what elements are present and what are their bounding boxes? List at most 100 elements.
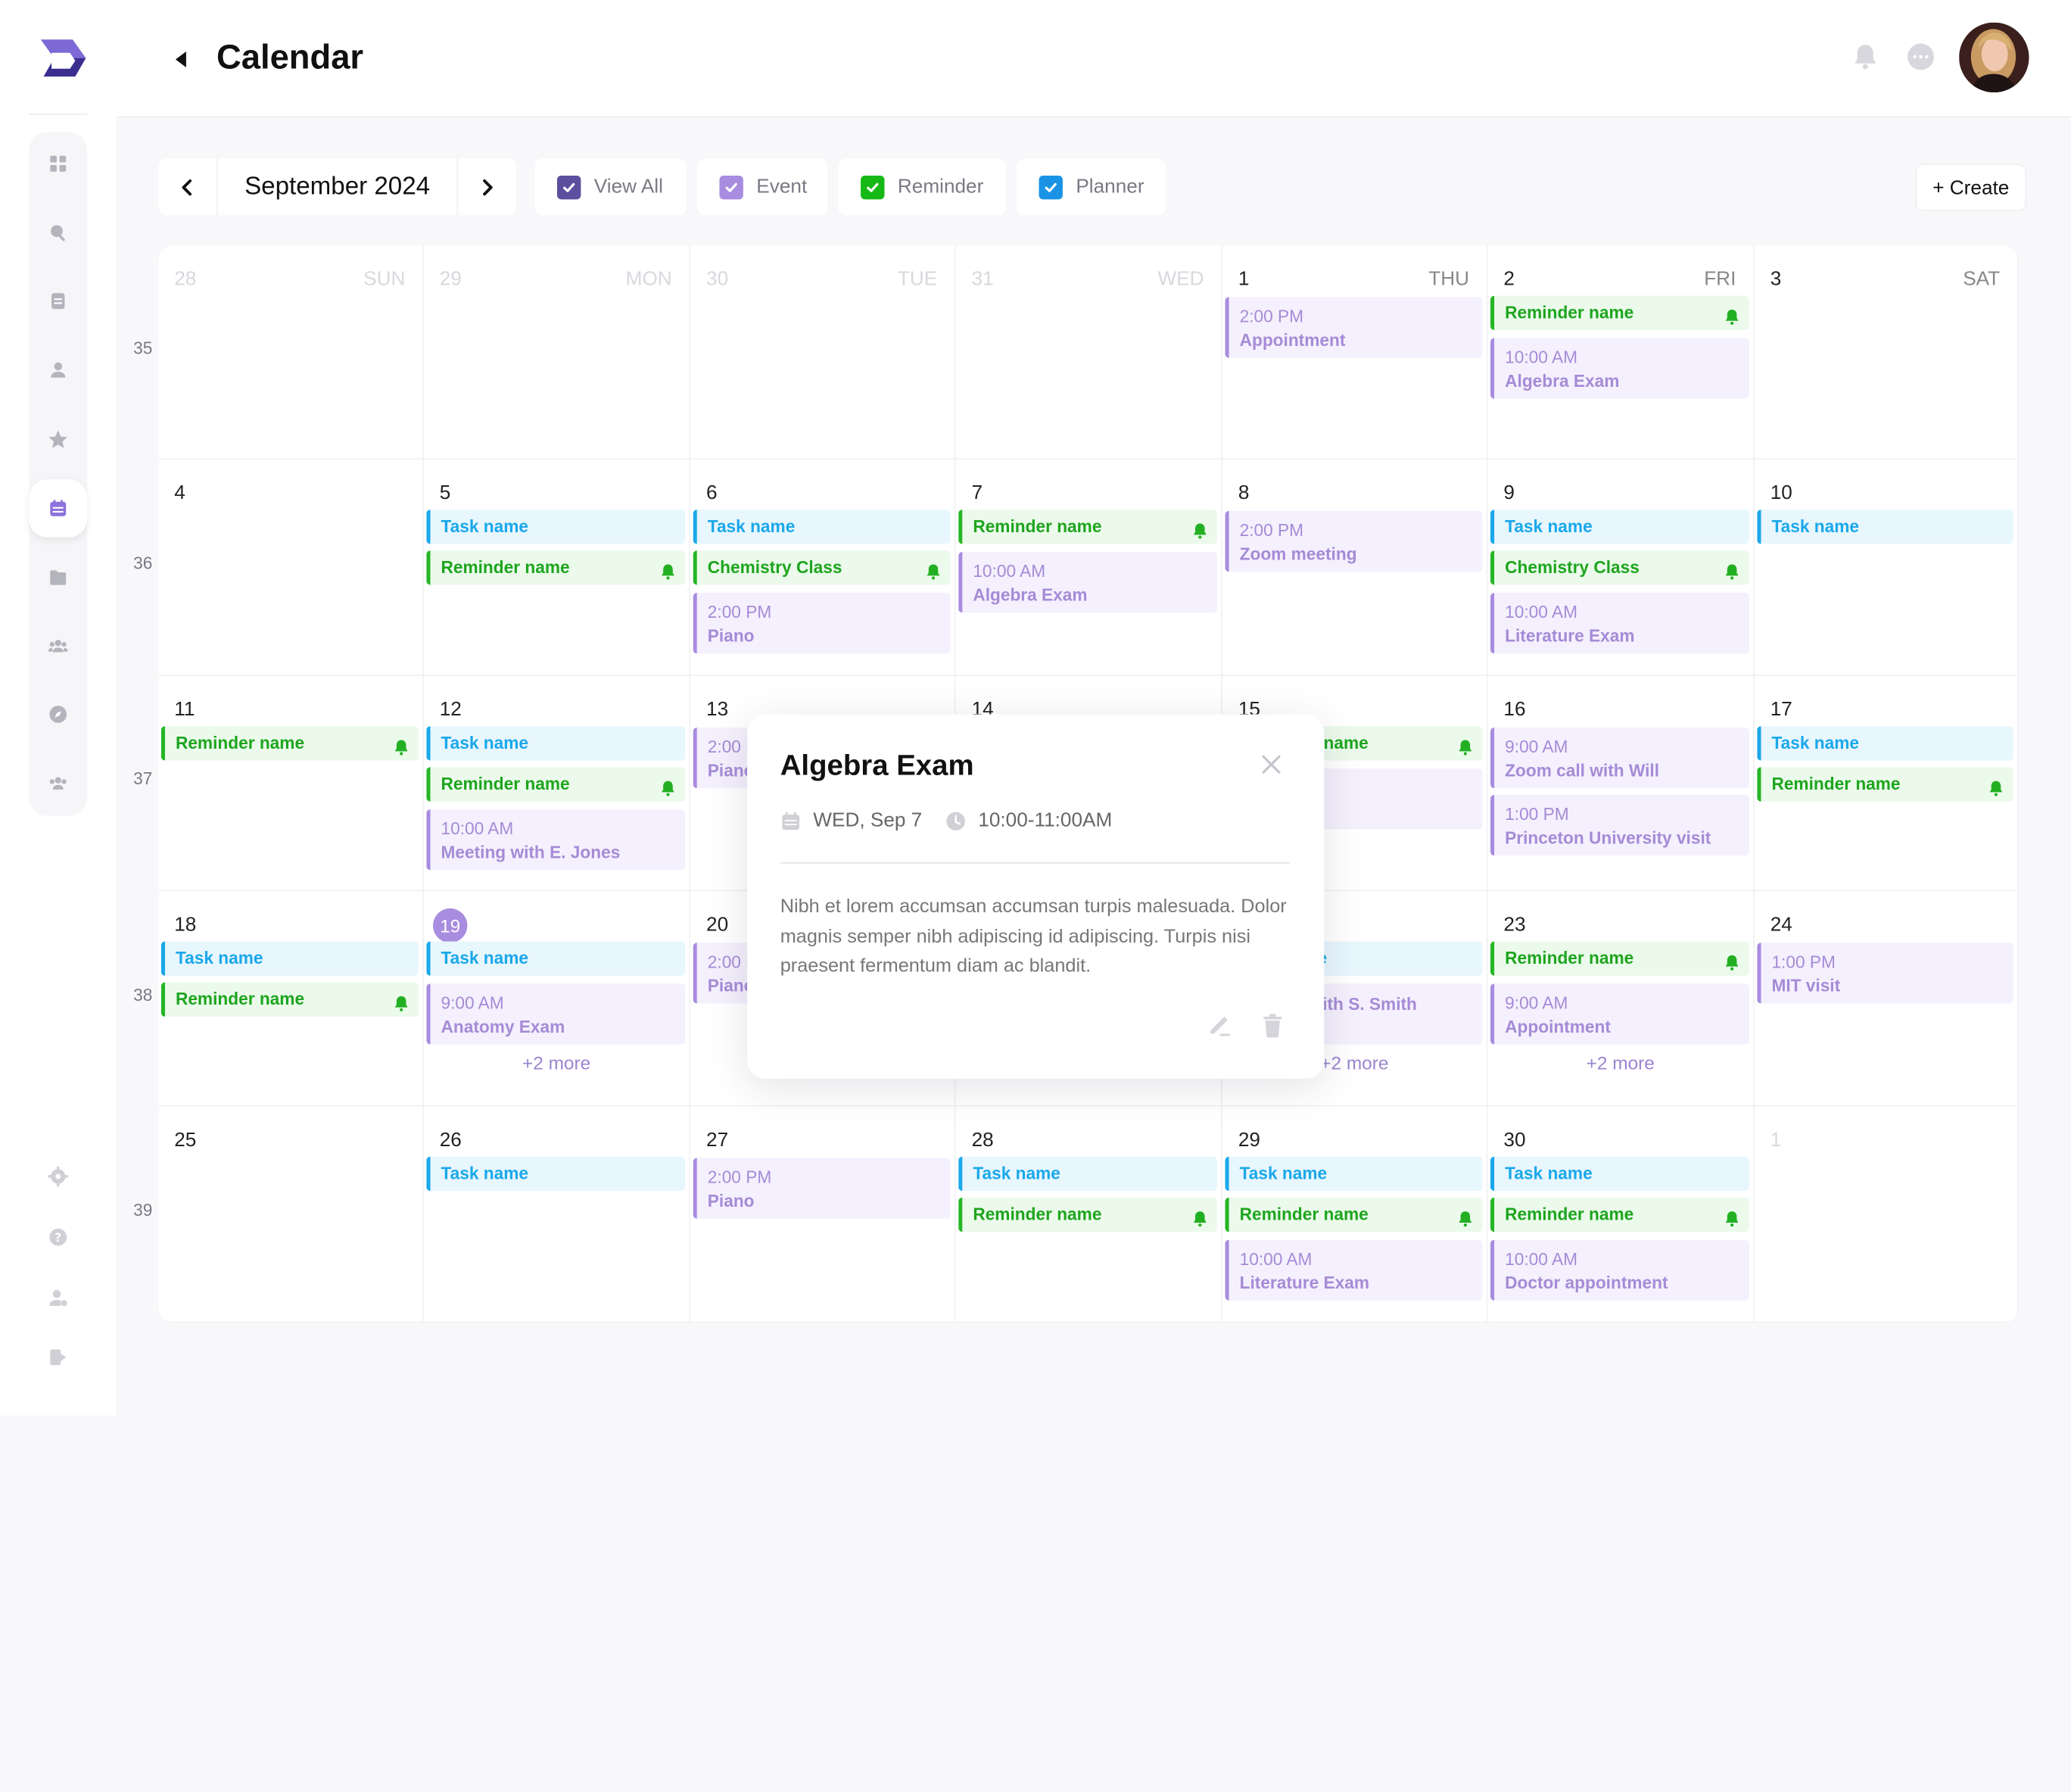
reminder-item[interactable]: Reminder name xyxy=(1490,295,1749,330)
event-item[interactable]: 2:00 PM Zoom meeting xyxy=(1225,510,1483,572)
calendar-day-cell[interactable]: 8 2:00 PM Zoom meeting xyxy=(1222,459,1488,676)
calendar-day-cell[interactable]: 27 2:00 PM Piano xyxy=(690,1106,956,1323)
calendar-day-cell[interactable]: 18 Task name Reminder name xyxy=(158,891,424,1107)
task-item[interactable]: Task name xyxy=(1490,510,1749,544)
event-item[interactable]: 2:00 PM Piano xyxy=(693,593,951,654)
calendar-day-cell[interactable]: 30 TUE xyxy=(690,245,956,460)
calendar-day-cell[interactable]: 30 Task name Reminder name 10:00 AM Doctor a… xyxy=(1487,1106,1755,1323)
filter-planner[interactable]: Planner xyxy=(1016,158,1166,216)
event-item[interactable]: 2:00 PM Piano xyxy=(693,1158,951,1219)
task-item[interactable]: Task name xyxy=(426,1156,686,1192)
reminder-item[interactable]: Chemistry Class xyxy=(1490,550,1749,585)
trash-icon[interactable] xyxy=(1258,1010,1287,1039)
reminder-item[interactable]: Reminder name xyxy=(1225,1197,1483,1233)
event-item[interactable]: 9:00 AM Appointment xyxy=(1490,983,1749,1045)
brand-logo-icon[interactable] xyxy=(36,34,89,79)
calendar-day-cell[interactable]: 5 Task name Reminder name xyxy=(423,459,691,676)
task-item[interactable]: Task name xyxy=(426,726,686,761)
reminder-item[interactable]: Reminder name xyxy=(160,726,419,761)
nav-account[interactable] xyxy=(29,1269,87,1327)
calendar-day-cell[interactable]: 10 Task name xyxy=(1754,459,2019,676)
calendar-day-cell[interactable]: 31 WED xyxy=(955,245,1222,460)
task-item[interactable]: Task name xyxy=(693,510,951,544)
nav-profile[interactable] xyxy=(29,341,87,399)
more-events-link[interactable]: +2 more xyxy=(424,1052,690,1074)
calendar-day-cell[interactable]: 29 Task name Reminder name 10:00 AM Literatu… xyxy=(1222,1106,1488,1323)
user-avatar[interactable] xyxy=(1959,22,2029,93)
calendar-day-cell[interactable]: 24 1:00 PM MIT visit xyxy=(1754,891,2019,1107)
filter-reminder[interactable]: Reminder xyxy=(838,158,1006,216)
chat-icon[interactable] xyxy=(1904,39,1938,73)
calendar-day-cell[interactable]: 1 THU 2:00 PM Appointment xyxy=(1222,245,1488,460)
nav-settings[interactable] xyxy=(29,1148,87,1206)
calendar-day-cell[interactable]: 4 xyxy=(158,459,424,676)
event-item[interactable]: 10:00 AM Literature Exam xyxy=(1225,1239,1483,1301)
event-item[interactable]: 1:00 PM MIT visit xyxy=(1757,943,2013,1004)
reminder-item[interactable]: Reminder name xyxy=(160,982,419,1017)
filter-view-all[interactable]: View All xyxy=(534,158,687,216)
task-item[interactable]: Task name xyxy=(160,941,419,976)
calendar-day-cell[interactable]: 19 Task name 9:00 AM Anatomy Exam +2 more xyxy=(423,891,691,1107)
event-item[interactable]: 10:00 AM Algebra Exam xyxy=(1490,338,1749,399)
calendar-day-cell[interactable]: 6 Task name Chemistry Class 2:00 PM Piano xyxy=(690,459,956,676)
calendar-day-cell[interactable]: 12 Task name Reminder name 10:00 AM Meeting … xyxy=(423,675,691,892)
next-month-button[interactable] xyxy=(458,158,516,215)
task-item[interactable]: Task name xyxy=(1757,510,2013,544)
task-item[interactable]: Task name xyxy=(426,941,686,976)
calendar-day-cell[interactable]: 23 Reminder name 9:00 AM Appointment +2 more xyxy=(1487,891,1755,1107)
more-events-link[interactable]: +2 more xyxy=(1487,1052,1753,1074)
reminder-item[interactable]: Chemistry Class xyxy=(693,550,951,585)
prev-month-button[interactable] xyxy=(158,158,216,215)
reminder-item[interactable]: Reminder name xyxy=(426,767,686,802)
nav-calendar[interactable] xyxy=(29,479,88,538)
create-button[interactable]: + Create xyxy=(1915,164,2027,212)
calendar-day-cell[interactable]: 11 Reminder name xyxy=(158,675,424,892)
reminder-item[interactable]: Reminder name xyxy=(958,510,1217,544)
event-item[interactable]: 2:00 PM Appointment xyxy=(1225,297,1483,358)
reminder-item[interactable]: Reminder name xyxy=(1490,1197,1749,1233)
filter-event[interactable]: Event xyxy=(696,158,828,216)
reminder-item[interactable]: Reminder name xyxy=(426,550,686,585)
calendar-day-cell[interactable]: 7 Reminder name 10:00 AM Algebra Exam xyxy=(955,459,1222,676)
reminder-item[interactable]: Reminder name xyxy=(1490,941,1749,976)
nav-folders[interactable] xyxy=(29,548,87,606)
calendar-day-cell[interactable]: 29 MON xyxy=(423,245,691,460)
nav-help[interactable]: ? xyxy=(29,1208,87,1267)
event-item[interactable]: 9:00 AM Zoom call with Will xyxy=(1490,727,1749,789)
nav-groups[interactable] xyxy=(29,616,87,675)
event-item[interactable]: 10:00 AM Literature Exam xyxy=(1490,593,1749,654)
reminder-item[interactable]: Reminder name xyxy=(1757,767,2013,802)
nav-documents[interactable] xyxy=(29,272,87,330)
reminder-item[interactable]: Reminder name xyxy=(958,1197,1217,1233)
nav-search[interactable] xyxy=(29,204,87,262)
event-item[interactable]: 10:00 AM Meeting with E. Jones xyxy=(426,809,686,871)
nav-favorites[interactable] xyxy=(29,410,87,469)
calendar-day-cell[interactable]: 9 Task name Chemistry Class 10:00 AM Literat… xyxy=(1487,459,1755,676)
calendar-day-cell[interactable]: 16 9:00 AM Zoom call with Will 1:00 PM Princ… xyxy=(1487,675,1755,892)
back-arrow-icon[interactable] xyxy=(169,48,192,71)
calendar-day-cell[interactable]: 3 SAT xyxy=(1754,245,2019,460)
nav-logout[interactable] xyxy=(29,1328,87,1386)
event-item[interactable]: 10:00 AM Algebra Exam xyxy=(958,551,1217,613)
calendar-day-cell[interactable]: 17 Task name Reminder name xyxy=(1754,675,2019,892)
close-icon[interactable] xyxy=(1260,753,1283,776)
calendar-day-cell[interactable]: 2 FRI Reminder name 10:00 AM Algebra Exam xyxy=(1487,245,1755,460)
edit-icon[interactable] xyxy=(1205,1010,1234,1039)
nav-community[interactable] xyxy=(29,754,87,812)
calendar-day-cell[interactable]: 28 SUN xyxy=(158,245,424,460)
calendar-day-cell[interactable]: 1 xyxy=(1754,1106,2019,1323)
event-item[interactable]: 10:00 AM Doctor appointment xyxy=(1490,1239,1749,1301)
event-item[interactable]: 9:00 AM Anatomy Exam xyxy=(426,983,686,1045)
nav-dashboard[interactable] xyxy=(29,135,87,193)
task-item[interactable]: Task name xyxy=(426,510,686,544)
calendar-day-cell[interactable]: 25 xyxy=(158,1106,424,1323)
task-item[interactable]: Task name xyxy=(1757,726,2013,761)
event-item[interactable]: 1:00 PM Princeton University visit xyxy=(1490,794,1749,856)
calendar-day-cell[interactable]: 26 Task name xyxy=(423,1106,691,1323)
task-item[interactable]: Task name xyxy=(1225,1156,1483,1192)
nav-explore[interactable] xyxy=(29,685,87,743)
task-item[interactable]: Task name xyxy=(1490,1156,1749,1192)
bell-icon[interactable] xyxy=(1848,39,1883,73)
task-item[interactable]: Task name xyxy=(958,1156,1217,1192)
calendar-day-cell[interactable]: 28 Task name Reminder name xyxy=(955,1106,1222,1323)
